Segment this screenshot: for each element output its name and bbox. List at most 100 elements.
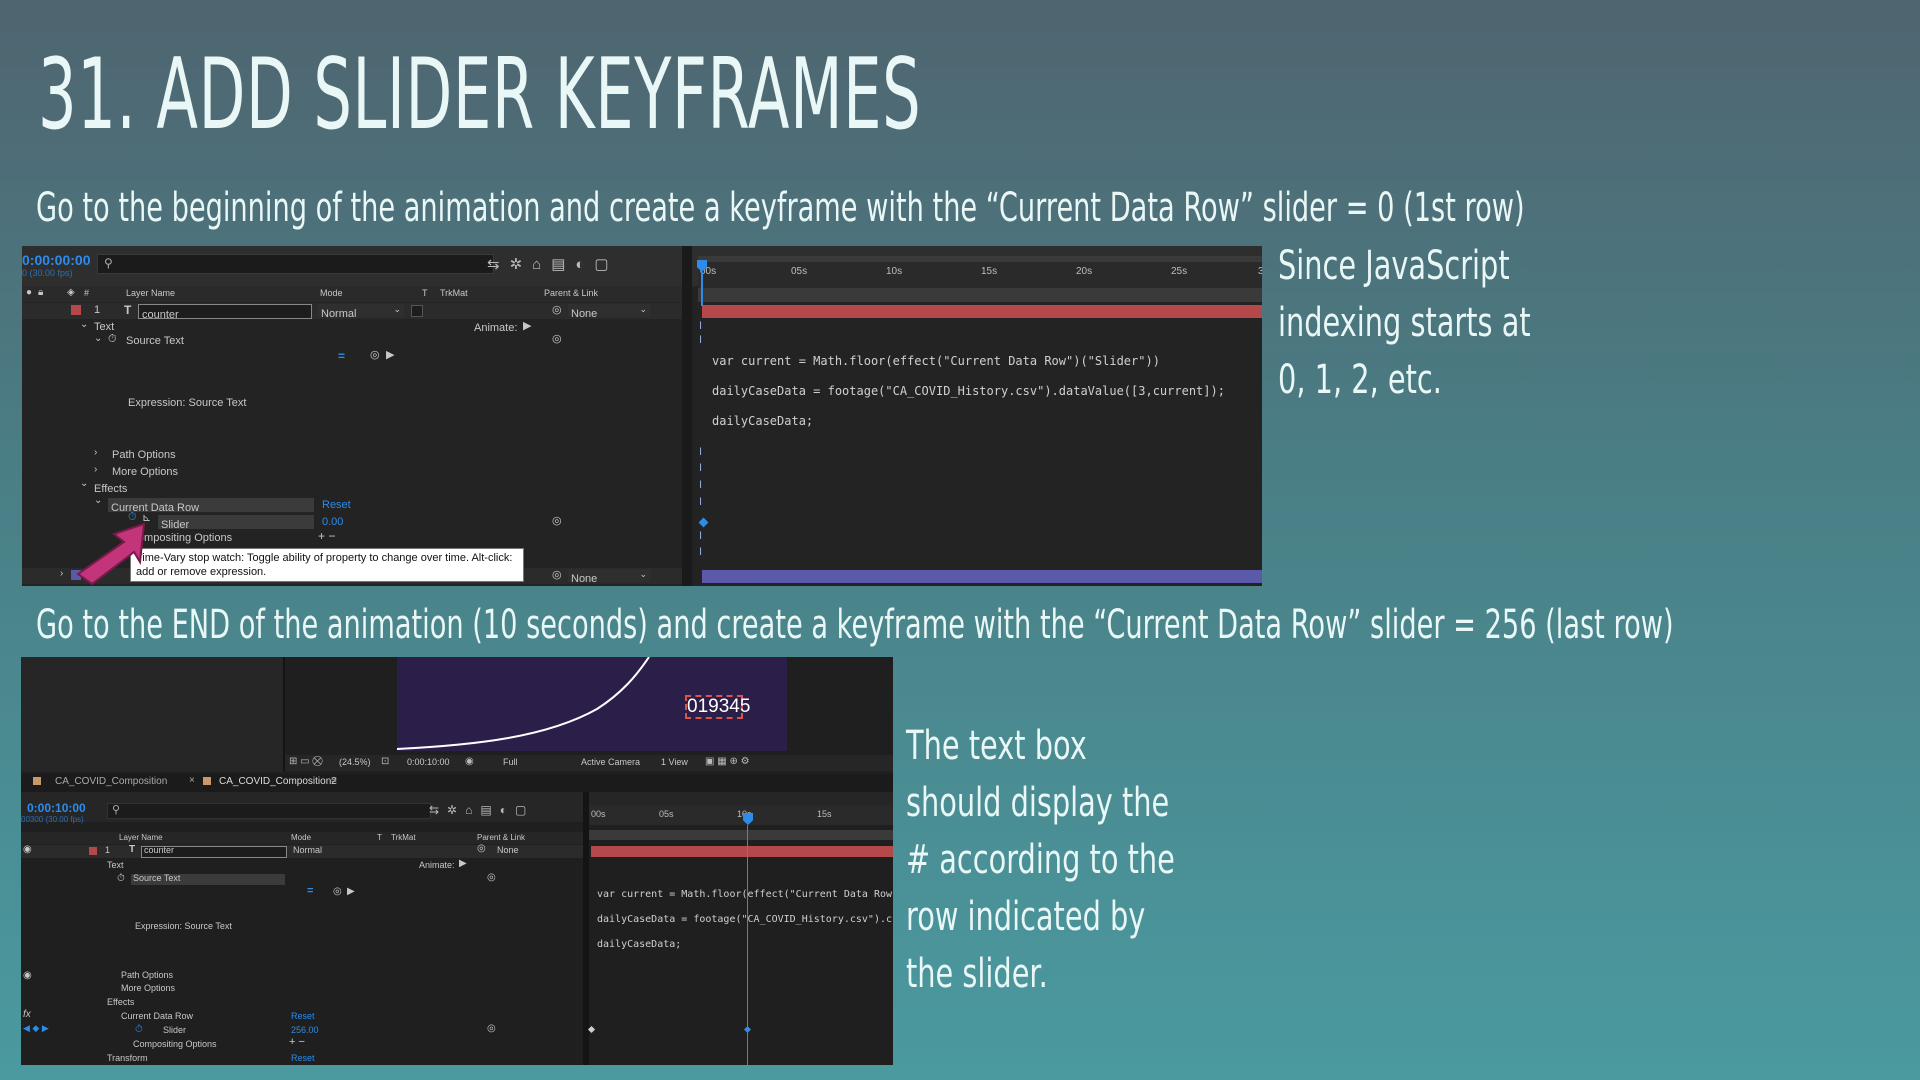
effects-group[interactable]: Effects bbox=[107, 997, 134, 1007]
expression-line-1[interactable]: var current = Math.floor(effect("Current… bbox=[597, 889, 892, 900]
search-input[interactable]: ⚲ bbox=[107, 803, 431, 819]
tab-composition[interactable]: CA_COVID_Composition bbox=[55, 776, 167, 787]
path-options[interactable]: Path Options bbox=[121, 970, 173, 980]
zoom-level[interactable]: (24.5%) bbox=[339, 757, 371, 767]
current-timecode[interactable]: 0:00:00:00 bbox=[22, 252, 91, 268]
keyframe-navigator-icon[interactable]: ◀ ◆ ▶ bbox=[23, 1023, 49, 1034]
layer-duration-bar[interactable] bbox=[591, 846, 893, 857]
stopwatch-icon[interactable]: ⏱︎ bbox=[108, 333, 117, 346]
counter-text-box[interactable]: 019345 bbox=[685, 695, 750, 719]
compositing-options[interactable]: Compositing Options bbox=[133, 1039, 217, 1049]
resolution-select[interactable]: Full bbox=[503, 757, 518, 767]
layer-label-color[interactable] bbox=[71, 305, 81, 315]
more-options[interactable]: More Options bbox=[112, 466, 178, 478]
close-icon[interactable]: × bbox=[189, 775, 195, 786]
slider-property[interactable]: Slider bbox=[163, 1025, 186, 1035]
expression-line-1[interactable]: var current = Math.floor(effect("Current… bbox=[712, 354, 1160, 368]
animate-menu-icon[interactable]: ▶ bbox=[459, 858, 467, 869]
current-timecode[interactable]: 0:00:10:00 bbox=[27, 801, 86, 815]
parent-select[interactable]: None ⌄ bbox=[568, 569, 650, 585]
fx-icon[interactable]: fx bbox=[23, 1009, 31, 1020]
slider-row-highlight[interactable]: Slider bbox=[158, 515, 314, 531]
eye-icon[interactable]: ◉ bbox=[23, 844, 32, 855]
stopwatch-icon[interactable]: ⏱︎ bbox=[117, 873, 125, 884]
viewer-extra-icons[interactable]: ▣ ▦ ⊕ ⚙ bbox=[705, 756, 750, 767]
pickwhip-icon[interactable]: ◎ bbox=[552, 514, 562, 527]
add-remove-mask-icon[interactable]: + − bbox=[289, 1036, 305, 1048]
slider-value[interactable]: 256.00 bbox=[291, 1025, 319, 1035]
search-input[interactable]: ⚲ bbox=[97, 254, 494, 274]
pickwhip-icon[interactable]: ◎ bbox=[477, 843, 486, 854]
source-text-property[interactable]: Source Text bbox=[126, 335, 184, 347]
expression-line-3[interactable]: dailyCaseData; bbox=[712, 414, 813, 428]
text-group[interactable]: Text bbox=[94, 321, 114, 333]
pickwhip-icon[interactable]: ◎ bbox=[552, 568, 562, 581]
effect-row-highlight[interactable]: Current Data Row bbox=[108, 498, 314, 514]
composition-preview[interactable]: 019345 bbox=[397, 657, 787, 751]
mode-select[interactable]: Normal ⌄ bbox=[318, 304, 404, 320]
reset-link[interactable]: Reset bbox=[322, 499, 351, 511]
camera-icon[interactable]: ◉ bbox=[465, 756, 474, 767]
effects-group[interactable]: Effects bbox=[94, 483, 127, 495]
chevron-right-icon[interactable]: › bbox=[94, 464, 97, 475]
transform-reset-link[interactable]: Reset bbox=[291, 1053, 315, 1063]
expression-language-menu-icon[interactable]: ▶ bbox=[347, 886, 355, 897]
grid-icon[interactable]: ⊡ bbox=[381, 756, 389, 767]
keyframe[interactable] bbox=[698, 517, 709, 528]
time-ruler[interactable]: 00s 05s 10s 15s bbox=[589, 805, 893, 825]
animate-menu-icon[interactable]: ▶ bbox=[523, 319, 531, 332]
viewer-options-icons[interactable]: ⊞ ▭ ⛒ bbox=[289, 756, 323, 767]
stopwatch-icon[interactable]: ⏱︎ bbox=[135, 1024, 143, 1035]
layer-duration-bar[interactable] bbox=[702, 305, 1262, 318]
pickwhip-icon[interactable]: ◎ bbox=[487, 872, 496, 883]
expression-line-2[interactable]: dailyCaseData = footage("CA_COVID_Histor… bbox=[597, 914, 892, 925]
path-options[interactable]: Path Options bbox=[112, 449, 176, 461]
add-remove-mask-icon[interactable]: + − bbox=[318, 529, 335, 543]
work-area-range[interactable] bbox=[589, 830, 893, 840]
transform-group[interactable]: Transform bbox=[107, 1053, 148, 1063]
panel-divider[interactable] bbox=[682, 246, 692, 586]
work-area-range[interactable] bbox=[698, 288, 1262, 302]
mode-value[interactable]: Normal bbox=[293, 845, 322, 855]
keyframe-start[interactable] bbox=[587, 1025, 596, 1034]
expression-enable-icon[interactable]: = bbox=[307, 885, 313, 897]
pickwhip-icon[interactable]: ◎ bbox=[552, 303, 562, 316]
chevron-down-icon[interactable]: ⌄ bbox=[94, 333, 102, 344]
layer2-duration-bar[interactable] bbox=[702, 570, 1262, 583]
pickwhip-icon[interactable]: ◎ bbox=[552, 332, 562, 345]
viewer-timecode[interactable]: 0:00:10:00 bbox=[407, 757, 450, 767]
tab-menu-icon[interactable]: ≡ bbox=[331, 775, 337, 786]
source-text-highlight[interactable]: Source Text bbox=[131, 873, 285, 885]
layer-label-color[interactable] bbox=[89, 847, 97, 855]
parent-select[interactable]: None ⌄ bbox=[568, 304, 650, 320]
reset-link[interactable]: Reset bbox=[291, 1011, 315, 1021]
text-group[interactable]: Text bbox=[107, 860, 124, 870]
parent-value[interactable]: None bbox=[497, 845, 519, 855]
tab-composition2[interactable]: CA_COVID_Composition2 bbox=[219, 776, 337, 787]
views-select[interactable]: 1 View bbox=[661, 757, 688, 767]
timeline-switch-icons[interactable]: ⇆✲⌂▤◐▢ bbox=[429, 803, 534, 817]
eye-icon[interactable]: ◉ bbox=[23, 970, 32, 981]
slider-value[interactable]: 0.00 bbox=[322, 516, 343, 528]
expression-graph-icon[interactable]: ◎ bbox=[370, 348, 380, 361]
chevron-right-icon[interactable]: › bbox=[94, 447, 97, 458]
timeline-switch-icons[interactable]: ⇆✲⌂▤◐▢ bbox=[487, 255, 619, 273]
expression-language-menu-icon[interactable]: ▶ bbox=[386, 348, 394, 361]
chevron-down-icon[interactable]: ⌄ bbox=[80, 478, 88, 489]
expression-line-2[interactable]: dailyCaseData = footage("CA_COVID_Histor… bbox=[712, 384, 1225, 398]
layer-name-field[interactable]: counter bbox=[141, 845, 287, 858]
expression-graph-icon[interactable]: ◎ bbox=[333, 886, 342, 897]
camera-select[interactable]: Active Camera bbox=[581, 757, 640, 767]
expression-enable-icon[interactable]: = bbox=[338, 349, 345, 363]
time-ruler[interactable]: 00s 05s 10s 15s 20s 25s 30s bbox=[698, 262, 1262, 288]
chevron-right-icon[interactable]: › bbox=[60, 568, 63, 579]
pickwhip-icon[interactable]: ◎ bbox=[487, 1023, 496, 1034]
layer-name-field[interactable]: counter bbox=[138, 304, 312, 321]
chevron-down-icon[interactable]: ⌄ bbox=[94, 495, 102, 506]
trkmat-box[interactable] bbox=[411, 305, 423, 317]
current-data-row-effect[interactable]: Current Data Row bbox=[121, 1011, 193, 1021]
chevron-down-icon[interactable]: ⌄ bbox=[80, 319, 88, 330]
more-options[interactable]: More Options bbox=[121, 983, 175, 993]
expression-line-3[interactable]: dailyCaseData; bbox=[597, 939, 681, 950]
keyframe-end[interactable] bbox=[743, 1025, 752, 1034]
